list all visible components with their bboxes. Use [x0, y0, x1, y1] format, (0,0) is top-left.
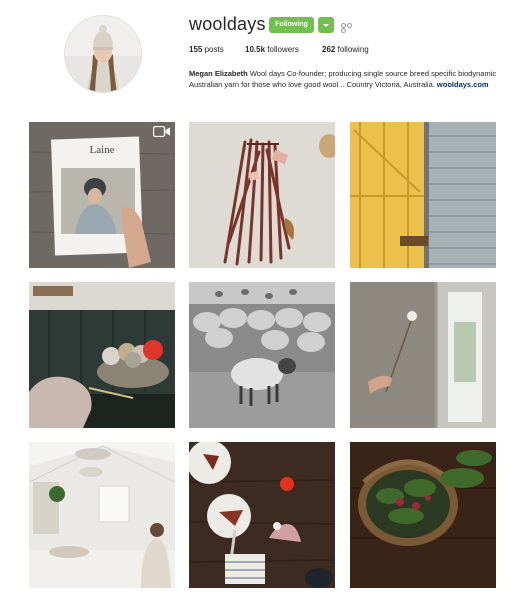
following-count: 262: [322, 45, 336, 54]
chevron-down-icon[interactable]: [318, 17, 334, 33]
avatar[interactable]: [64, 15, 142, 93]
username: wooldays: [189, 14, 266, 34]
post-image: [29, 442, 175, 588]
post-image: [189, 282, 335, 428]
following-stat[interactable]: 262 following: [322, 45, 369, 54]
post-tile[interactable]: [350, 442, 496, 588]
following-button[interactable]: Following: [269, 17, 314, 33]
more-options-icon[interactable]: [341, 23, 357, 33]
bio-link[interactable]: wooldays.com: [437, 80, 489, 89]
post-image: [189, 122, 335, 268]
posts-grid: Laine: [29, 122, 496, 600]
avatar-image: [65, 16, 141, 92]
post-tile[interactable]: [350, 282, 496, 428]
profile-header: wooldays Following 155 posts 10.5k follo…: [0, 0, 525, 110]
posts-count: 155: [189, 45, 203, 54]
post-tile[interactable]: [29, 282, 175, 428]
post-image: [350, 122, 496, 268]
post-tile[interactable]: [29, 442, 175, 588]
post-image: [189, 442, 335, 588]
posts-label: posts: [204, 45, 224, 54]
post-tile[interactable]: [189, 282, 335, 428]
cover-title: Laine: [89, 144, 115, 156]
posts-stat[interactable]: 155 posts: [189, 45, 224, 54]
post-tile[interactable]: [189, 442, 335, 588]
post-tile[interactable]: [189, 122, 335, 268]
post-image: [350, 442, 496, 588]
following-label: following: [337, 45, 369, 54]
post-image: [350, 282, 496, 428]
video-camera-icon: [153, 126, 170, 137]
post-tile[interactable]: [350, 122, 496, 268]
profile-bio: Megan Elizabeth Wool days Co-founder; pr…: [189, 68, 509, 90]
bio-name: Megan Elizabeth: [189, 69, 248, 78]
followers-label: followers: [267, 45, 299, 54]
post-image: [29, 282, 175, 428]
followers-stat[interactable]: 10.5k followers: [245, 45, 299, 54]
followers-count: 10.5k: [245, 45, 266, 54]
post-tile[interactable]: Laine: [29, 122, 175, 268]
